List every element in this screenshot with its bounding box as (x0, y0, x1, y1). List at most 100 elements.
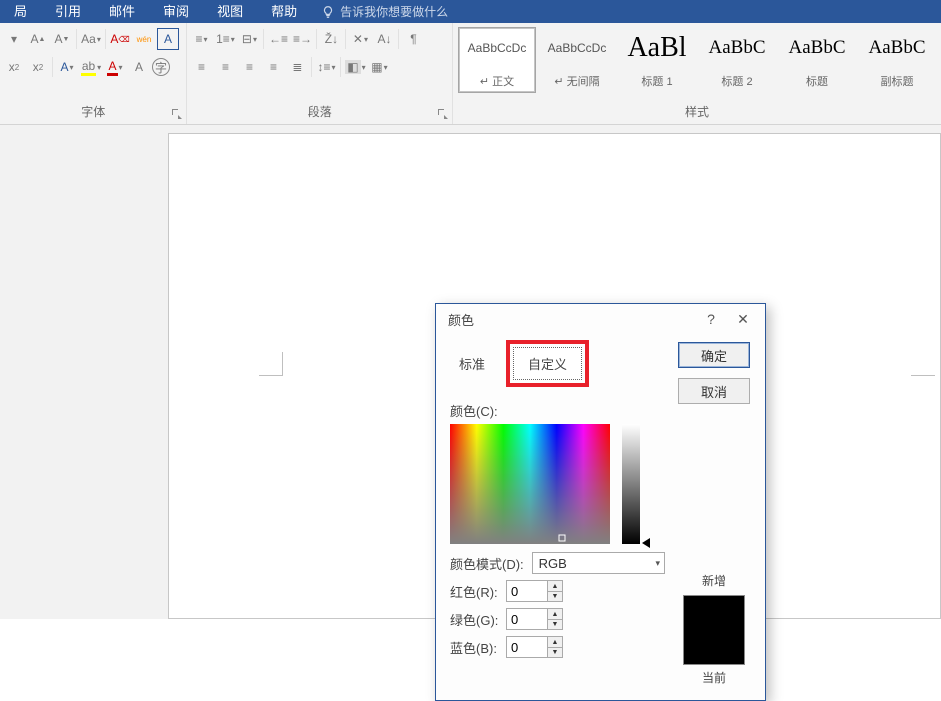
spectrum-cursor-icon (559, 535, 566, 542)
window-badge (908, 0, 941, 21)
tab-custom[interactable]: 自定义 (513, 347, 582, 380)
tell-me-text: 告诉我你想要做什么 (340, 3, 448, 20)
font-group: ▾ A▲ A▼ Aa▾ A⌫ wén A x2 x2 A▾ ab▾ A▾ A 字 (0, 23, 187, 124)
color-mode-select[interactable]: RGB ▾ (532, 552, 665, 574)
indent-inc-icon[interactable]: ≡→ (291, 28, 313, 50)
style-preview: AaBbC (709, 28, 766, 68)
chevron-down-icon: ▾ (655, 558, 660, 569)
align-justify-icon[interactable]: ≡ (262, 56, 284, 78)
luminance-arrow-icon (642, 538, 650, 548)
luminance-slider[interactable] (622, 424, 640, 544)
tell-me[interactable]: 告诉我你想要做什么 (311, 3, 458, 20)
label-color: 颜色(C): (450, 401, 665, 420)
group-label-styles: 样式 (453, 100, 941, 124)
color-spectrum[interactable] (450, 424, 610, 544)
spin-up-icon[interactable]: ▲ (548, 581, 562, 591)
style-preview: AaBbC (789, 28, 846, 68)
red-input[interactable] (506, 580, 548, 602)
style-preview: AaBl (627, 28, 686, 68)
margin-corner-tl (259, 352, 283, 376)
style-subtitle[interactable]: AaBbC 副标题 (858, 27, 936, 93)
close-button[interactable]: ✕ (727, 306, 759, 332)
label-mode: 颜色模式(D): (450, 554, 524, 573)
label-green: 绿色(G): (450, 610, 506, 629)
style-preview: AaBbC (869, 28, 926, 68)
lightbulb-icon (321, 5, 335, 19)
style-title[interactable]: AaBbC 标题 (778, 27, 856, 93)
menu-item[interactable]: 帮助 (257, 0, 311, 23)
style-label: ↵ 无间隔 (554, 73, 599, 92)
align-right-icon[interactable]: ≡ (238, 56, 260, 78)
indent-dec-icon[interactable]: ←≡ (267, 28, 289, 50)
style-label: 标题 (806, 73, 828, 92)
font-combo-end[interactable]: ▾ (3, 28, 25, 50)
char-shading-icon[interactable]: A (128, 56, 150, 78)
color-preview-swatch (683, 595, 745, 665)
color-dialog: 颜色 ? ✕ 标准 自定义 颜色(C): (435, 303, 766, 701)
tab-standard[interactable]: 标准 (444, 347, 500, 380)
borders-icon[interactable]: ▦▾ (368, 56, 390, 78)
show-marks-icon[interactable]: ¶ (402, 28, 424, 50)
group-label-font: 字体 (0, 100, 186, 124)
document-area: 颜色 ? ✕ 标准 自定义 颜色(C): (0, 125, 941, 619)
cancel-button[interactable]: 取消 (678, 378, 750, 404)
label-red: 红色(R): (450, 582, 506, 601)
bullets-icon[interactable]: ≡▾ (190, 28, 212, 50)
align-center-icon[interactable]: ≡ (214, 56, 236, 78)
highlight-annotation: 自定义 (506, 340, 589, 387)
dialog-launcher-icon[interactable] (170, 107, 184, 121)
spin-up-icon[interactable]: ▲ (548, 609, 562, 619)
menu-item[interactable]: 引用 (41, 0, 95, 23)
style-preview: AaBbCcDc (548, 28, 607, 68)
phonetic-guide-icon[interactable]: wén (133, 28, 155, 50)
clear-format-icon[interactable]: A⌫ (109, 28, 131, 50)
group-label-paragraph: 段落 (187, 100, 452, 124)
ok-button[interactable]: 确定 (678, 342, 750, 368)
spin-down-icon[interactable]: ▼ (548, 619, 562, 629)
menu-item[interactable]: 局 (0, 0, 41, 23)
text-direction-icon[interactable]: ✕▾ (349, 28, 371, 50)
menu-item[interactable]: 视图 (203, 0, 257, 23)
label-new: 新增 (702, 572, 726, 589)
spin-down-icon[interactable]: ▼ (548, 647, 562, 657)
style-nospacing[interactable]: AaBbCcDc ↵ 无间隔 (538, 27, 616, 93)
style-heading2[interactable]: AaBbC 标题 2 (698, 27, 776, 93)
menu-item[interactable]: 审阅 (149, 0, 203, 23)
shrink-font-icon[interactable]: A▼ (51, 28, 73, 50)
highlight-color-icon[interactable]: ab▾ (80, 56, 102, 78)
style-preview: AaBbCcDc (468, 28, 527, 68)
styles-gallery: AaBbCcDc ↵ 正文 AaBbCcDc ↵ 无间隔 AaBl 标题 1 A… (453, 23, 941, 93)
font-color-icon[interactable]: A▾ (104, 56, 126, 78)
align-left-icon[interactable]: ≡ (190, 56, 212, 78)
superscript-icon[interactable]: x2 (27, 56, 49, 78)
subscript-icon[interactable]: x2 (3, 56, 25, 78)
numbering-icon[interactable]: 1≡▾ (214, 28, 236, 50)
line-spacing-icon[interactable]: ↕≡▾ (315, 56, 337, 78)
shading-icon[interactable]: ◧▾ (344, 56, 366, 78)
tabs: 标准 自定义 (444, 340, 671, 387)
dialog-launcher-icon[interactable] (436, 107, 450, 121)
style-label: 副标题 (881, 73, 914, 92)
menu-item[interactable]: 邮件 (95, 0, 149, 23)
enclose-char-icon[interactable]: 字 (152, 58, 170, 76)
help-button[interactable]: ? (695, 306, 727, 332)
blue-input[interactable] (506, 636, 548, 658)
text-effects-icon[interactable]: A▾ (56, 56, 78, 78)
change-case-icon[interactable]: Aa▾ (80, 28, 102, 50)
green-input[interactable] (506, 608, 548, 630)
style-heading1[interactable]: AaBl 标题 1 (618, 27, 696, 93)
sort2-icon[interactable]: A↓ (373, 28, 395, 50)
style-normal[interactable]: AaBbCcDc ↵ 正文 (458, 27, 536, 93)
mode-value: RGB (539, 556, 567, 571)
char-border-icon[interactable]: A (157, 28, 179, 50)
label-current: 当前 (702, 669, 726, 686)
spin-down-icon[interactable]: ▼ (548, 591, 562, 601)
multilevel-icon[interactable]: ⊟▾ (238, 28, 260, 50)
menubar: 局 引用 邮件 审阅 视图 帮助 告诉我你想要做什么 (0, 0, 941, 23)
sort-icon[interactable]: Ž↓ (320, 28, 342, 50)
styles-group: AaBbCcDc ↵ 正文 AaBbCcDc ↵ 无间隔 AaBl 标题 1 A… (453, 23, 941, 124)
spin-up-icon[interactable]: ▲ (548, 637, 562, 647)
align-distributed-icon[interactable]: ≣ (286, 56, 308, 78)
grow-font-icon[interactable]: A▲ (27, 28, 49, 50)
margin-corner-tr (911, 352, 935, 376)
